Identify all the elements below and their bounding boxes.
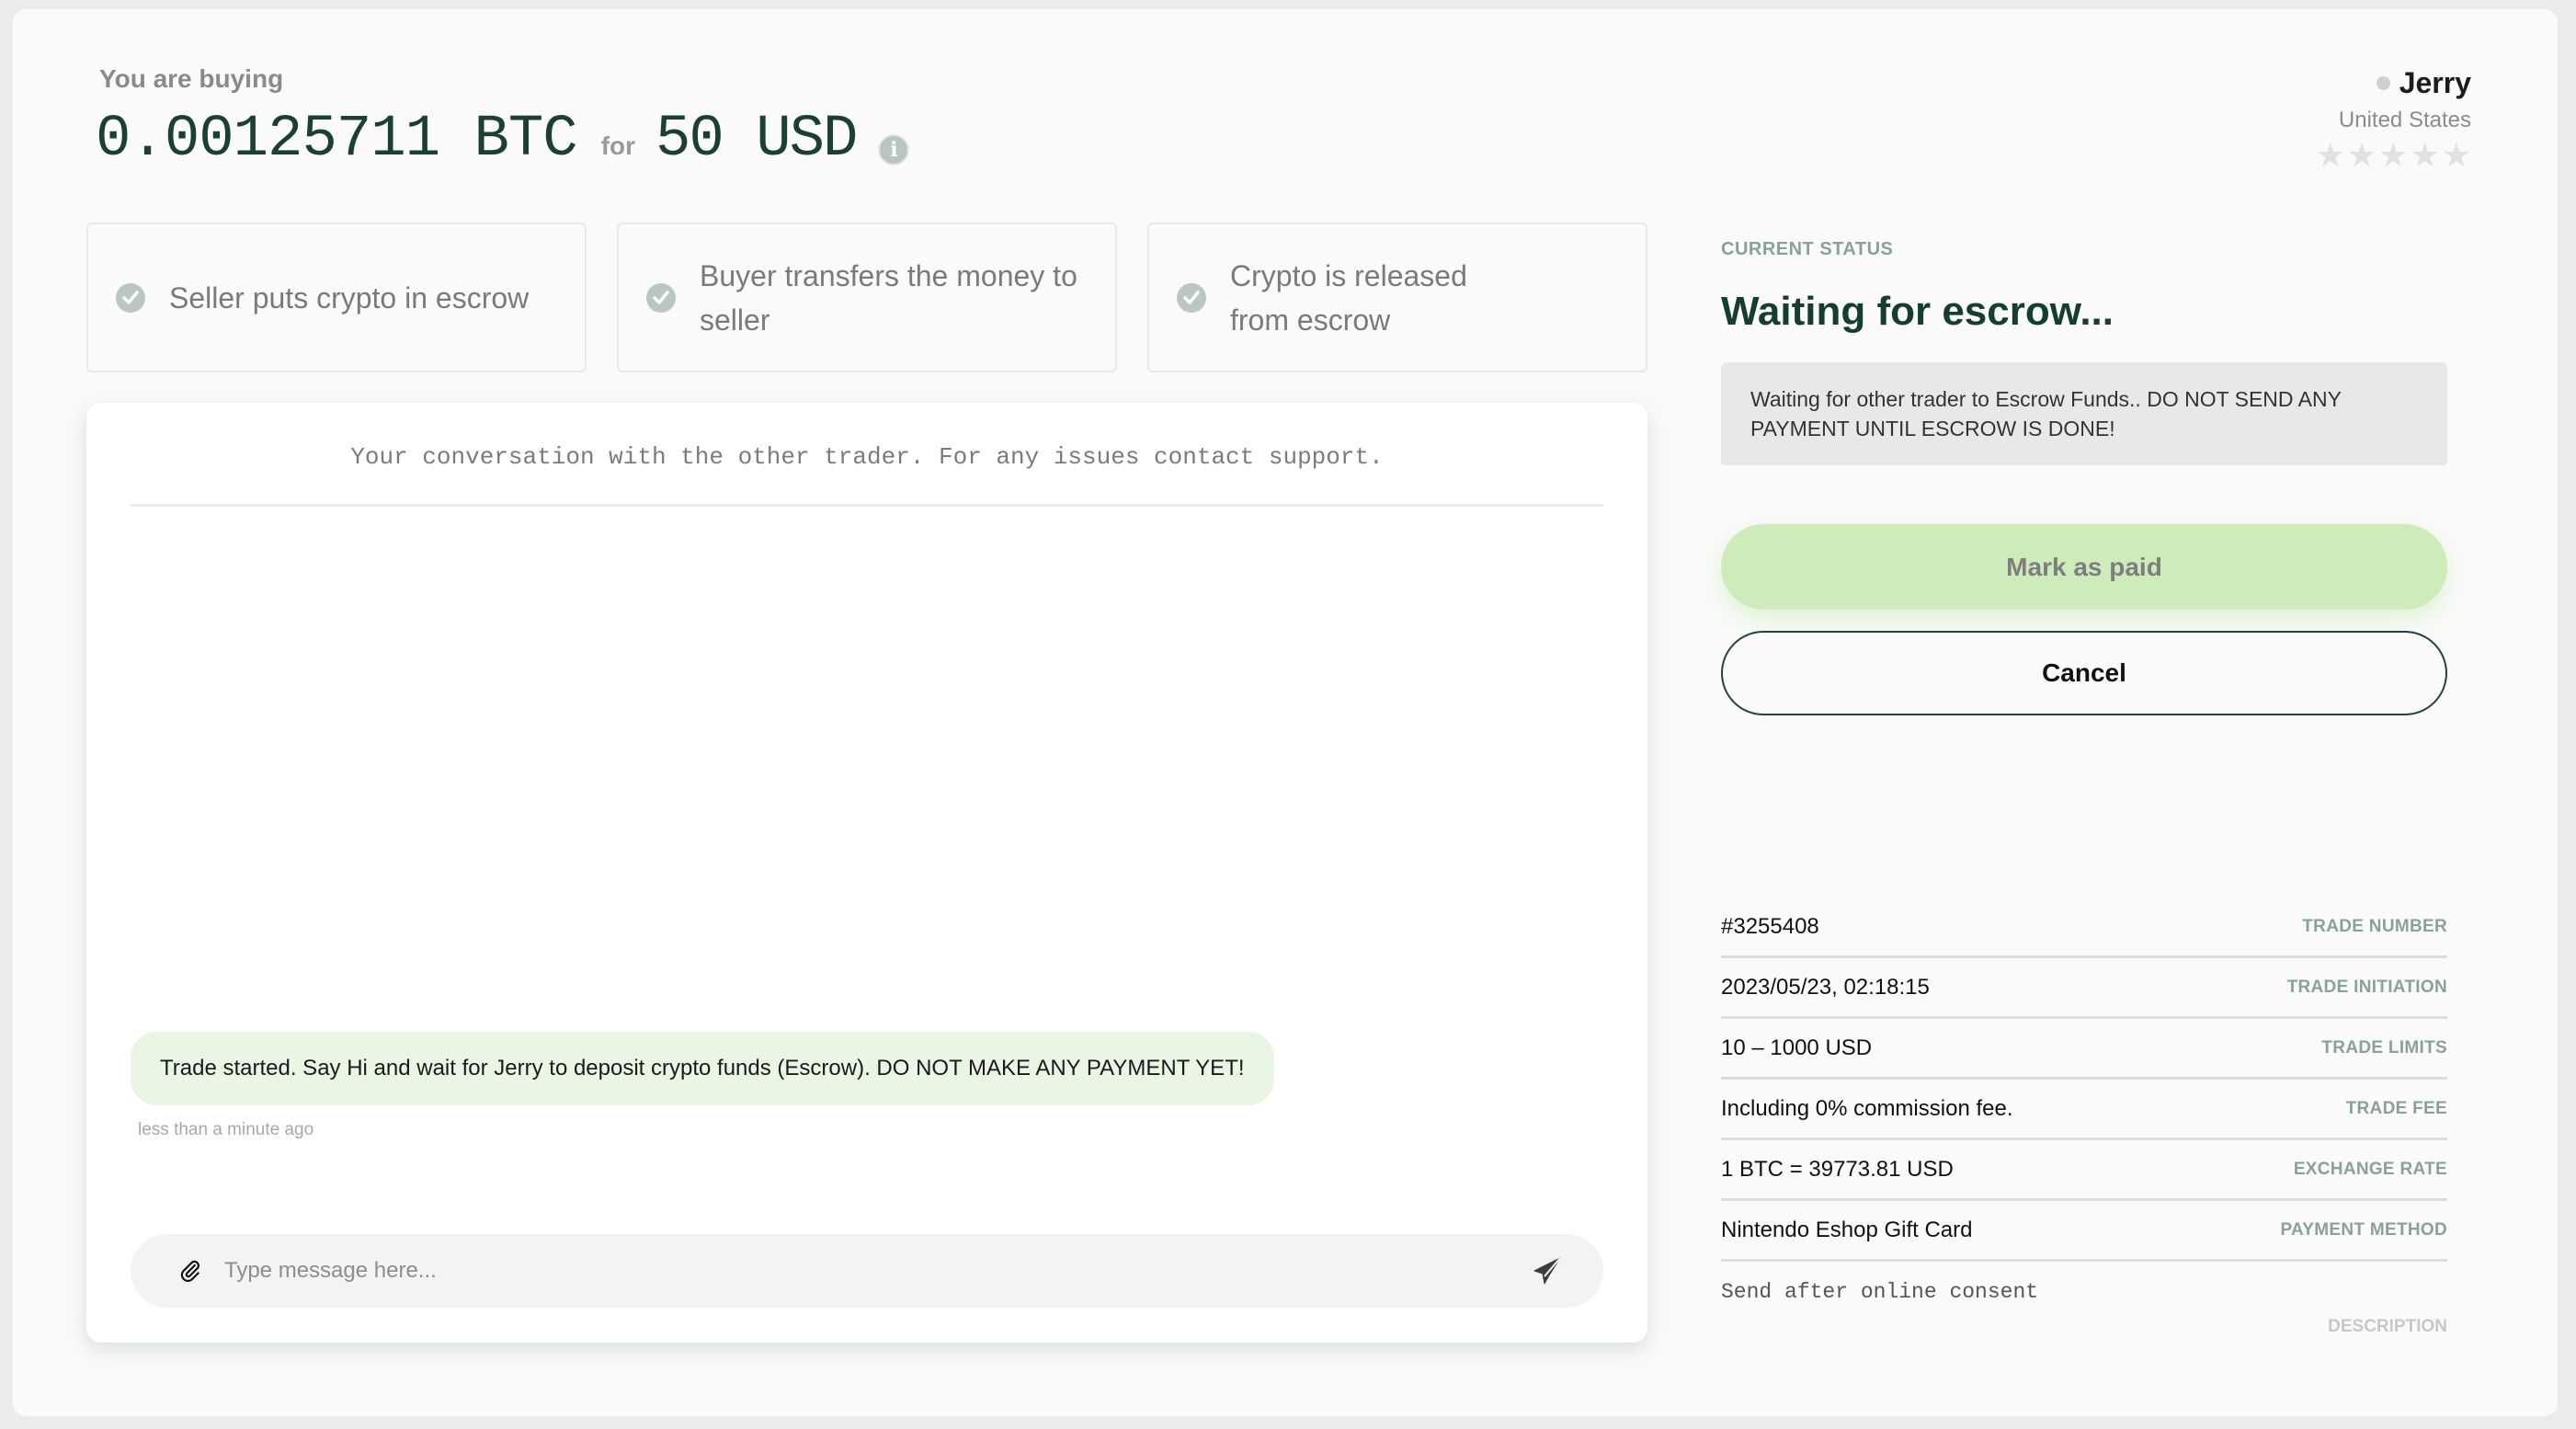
detail-row-payment-method: Nintendo Eshop Gift Card PAYMENT METHOD — [1721, 1201, 2447, 1262]
chat-intro: Your conversation with the other trader.… — [350, 443, 1384, 471]
detail-value: 1 BTC = 39773.81 USD — [1721, 1156, 1954, 1182]
detail-key: TRADE LIMITS — [2321, 1037, 2447, 1057]
message-input[interactable] — [224, 1258, 1532, 1284]
step-label: Seller puts crypto in escrow — [169, 280, 530, 314]
star-icon: ★ — [2378, 136, 2409, 174]
detail-value: Including 0% commission fee. — [1721, 1095, 2013, 1121]
step-escrow: Seller puts crypto in escrow — [86, 223, 587, 372]
buying-label: You are buying — [99, 64, 284, 93]
detail-key: EXCHANGE RATE — [2293, 1159, 2447, 1179]
paper-plane-icon[interactable] — [1532, 1255, 1563, 1286]
detail-value: Nintendo Eshop Gift Card — [1721, 1217, 1973, 1242]
message-timestamp: less than a minute ago — [138, 1120, 314, 1139]
chat-message: Trade started. Say Hi and wait for Jerry… — [131, 1032, 1274, 1105]
star-icon: ★ — [2441, 136, 2471, 174]
detail-row-trade-number: #3255408 TRADE NUMBER — [1721, 897, 2447, 958]
trader-profile: Jerry United States ★ ★ ★ ★ ★ — [2316, 66, 2471, 172]
check-circle-icon — [1177, 282, 1206, 313]
chat-panel: Your conversation with the other trader.… — [86, 403, 1647, 1343]
fiat-amount: 50 USD — [655, 107, 858, 173]
detail-value: #3255408 — [1721, 913, 1819, 939]
detail-key: TRADE FEE — [2345, 1098, 2447, 1118]
detail-key: TRADE NUMBER — [2302, 916, 2447, 936]
detail-row-trade-initiation: 2023/05/23, 02:18:15 TRADE INITIATION — [1721, 958, 2447, 1019]
detail-key: PAYMENT METHOD — [2280, 1219, 2447, 1240]
paperclip-icon[interactable] — [175, 1255, 206, 1286]
detail-key: TRADE INITIATION — [2286, 977, 2447, 997]
status-label: CURRENT STATUS — [1721, 239, 1894, 259]
online-status-dot — [2376, 76, 2390, 90]
trade-page: You are buying 0.00125711 BTC for 50 USD… — [13, 9, 2558, 1416]
step-label: Crypto is released from escrow — [1230, 258, 1467, 337]
mark-as-paid-button[interactable]: Mark as paid — [1721, 524, 2447, 610]
step-release: Crypto is released from escrow — [1147, 223, 1647, 372]
divider — [131, 504, 1603, 507]
detail-row-trade-limits: 10 – 1000 USD TRADE LIMITS — [1721, 1019, 2447, 1080]
detail-row-description: Send after online consent DESCRIPTION — [1721, 1262, 2447, 1344]
trade-details: #3255408 TRADE NUMBER 2023/05/23, 02:18:… — [1721, 897, 2447, 1344]
step-transfer: Buyer transfers the money to seller — [617, 223, 1117, 372]
cancel-button[interactable]: Cancel — [1721, 631, 2447, 715]
for-label: for — [600, 131, 636, 160]
star-icon: ★ — [2315, 136, 2345, 174]
detail-value: 10 – 1000 USD — [1721, 1035, 1873, 1060]
status-title: Waiting for escrow... — [1721, 289, 2114, 334]
detail-row-exchange-rate: 1 BTC = 39773.81 USD EXCHANGE RATE — [1721, 1140, 2447, 1201]
check-circle-icon — [116, 282, 145, 313]
check-circle-icon — [646, 282, 676, 313]
step-label: Buyer transfers the money to seller — [700, 258, 1077, 337]
detail-value: 2023/05/23, 02:18:15 — [1721, 974, 1930, 1000]
trader-rating: ★ ★ ★ ★ ★ — [2316, 139, 2471, 172]
message-composer — [131, 1234, 1603, 1308]
trader-country: United States — [2338, 108, 2471, 132]
description-key: DESCRIPTION — [2328, 1317, 2447, 1336]
star-icon: ★ — [2410, 136, 2440, 174]
crypto-amount: 0.00125711 BTC — [96, 107, 578, 173]
detail-row-trade-fee: Including 0% commission fee. TRADE FEE — [1721, 1080, 2447, 1140]
star-icon: ★ — [2346, 136, 2377, 174]
status-notice: Waiting for other trader to Escrow Funds… — [1721, 362, 2447, 465]
trade-amount: 0.00125711 BTC for 50 USD i — [96, 107, 910, 173]
trader-name[interactable]: Jerry — [2399, 66, 2471, 100]
description-value: Send after online consent — [1721, 1280, 2039, 1304]
info-icon[interactable]: i — [878, 134, 910, 166]
